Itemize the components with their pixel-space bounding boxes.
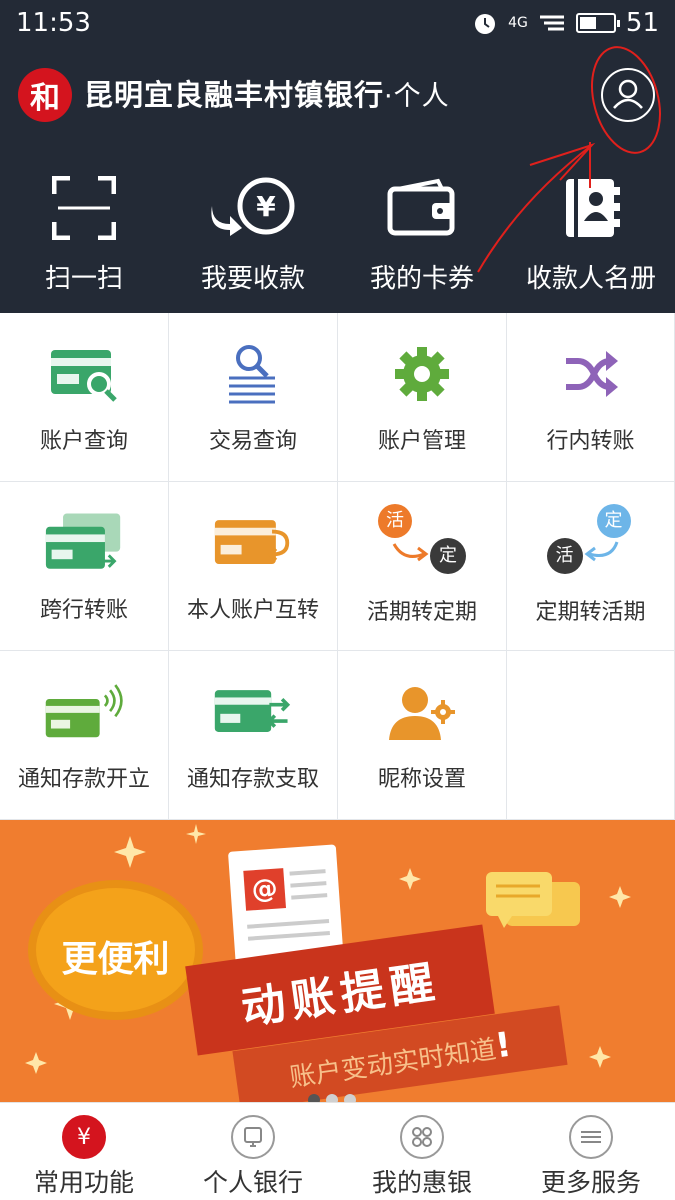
quick-cards[interactable]: 我的卡券 [338,168,506,295]
mode-label: ·个人 [384,81,450,112]
menu-icon [569,1115,613,1159]
grid-label: 行内转账 [546,429,635,454]
badge-huo: 活 [546,538,583,574]
scan-icon [34,168,134,248]
grid-item-notice-deposit-open[interactable]: 通知存款开立 [0,651,169,820]
battery-icon [575,13,620,33]
grid-item-empty [507,651,675,820]
notice-deposit-open-icon [44,677,124,747]
badge-huo: 活 [378,504,412,538]
battery-percent: 51 [625,8,659,38]
alarm-icon [475,14,496,34]
bank-name: 昆明宜良融丰村镇银行 [84,78,385,112]
tab-label: 常用功能 [33,1168,134,1197]
status-right: 4G 51 [472,8,659,38]
carousel-indicator[interactable] [308,1094,356,1102]
yuan-glyph: ¥ [77,1124,91,1150]
bank-title: 昆明宜良融丰村镇银行·个人 [84,72,450,114]
grid-item-nickname-settings[interactable]: 昵称设置 [338,651,507,820]
grid-item-current-to-fixed[interactable]: 活 定 活期转定期 [338,482,507,651]
transaction-query-icon [213,339,293,409]
grid-item-transaction-query[interactable]: 交易查询 [169,313,338,482]
quick-scan-label: 扫一扫 [44,264,123,294]
grid-label: 通知存款开立 [17,767,150,792]
current-to-fixed-icon: 活 定 [372,504,472,584]
shuffle-icon [551,339,631,409]
carousel-dot[interactable] [326,1094,338,1102]
at-sign: @ [243,868,286,911]
quick-payees-label: 收款人名册 [525,264,656,294]
curve-arrow-icon [584,541,618,562]
carousel-dot[interactable] [308,1094,320,1102]
grid-label: 交易查询 [208,429,297,454]
grid-label: 账户管理 [377,429,466,454]
badge-ding: 定 [430,538,466,574]
grid-label: 定期转活期 [535,600,646,625]
tab-personal-banking[interactable]: 个人银行 [169,1115,337,1199]
chat-bubble-icon [486,872,580,928]
nickname-settings-icon [382,677,462,747]
quick-receive[interactable]: ¥ 我要收款 [169,168,337,295]
grid-item-notice-deposit-withdraw[interactable]: 通知存款支取 [169,651,338,820]
quick-scan[interactable]: 扫一扫 [0,168,168,295]
grid-item-account-query[interactable]: 账户查询 [0,313,169,482]
grid-item-intrabank-transfer[interactable]: 行内转账 [507,313,675,482]
bank-logo: 和 [18,68,72,122]
badge-ding: 定 [596,504,631,538]
app-header: 和 昆明宜良融丰村镇银行·个人 扫一扫 ¥ 我要收款 我的卡券 收款人名册 [0,48,675,313]
bottom-tab-bar: ¥ 常用功能 个人银行 我的惠银 更多服务 [0,1102,675,1200]
promo-bubble-text: 更便利 [61,939,170,980]
quick-cards-label: 我的卡券 [369,264,474,294]
grid-item-fixed-to-current[interactable]: 定 活 定期转活期 [507,482,675,651]
grid-label: 活期转定期 [366,600,477,625]
user-icon [613,79,643,109]
tab-more-services[interactable]: 更多服务 [507,1115,675,1199]
promo-bubble: 更便利 [28,880,203,1020]
tab-label: 更多服务 [540,1168,641,1197]
tab-label: 个人银行 [202,1168,303,1197]
payee-book-icon [541,168,641,248]
grid-item-account-management[interactable]: 账户管理 [338,313,507,482]
tab-my-benefits[interactable]: 我的惠银 [338,1115,506,1199]
status-bar: 11:53 4G 51 [0,0,675,48]
profile-button[interactable] [601,68,655,122]
grid-label: 账户查询 [39,429,128,454]
grid-label: 本人账户互转 [186,598,319,623]
gear-icon [382,339,462,409]
grid-label: 通知存款支取 [186,767,319,792]
quick-receive-label: 我要收款 [200,264,305,294]
network-indicator: 4G [508,15,528,31]
yuan-icon: ¥ [62,1115,106,1159]
svg-text:¥: ¥ [256,190,276,223]
grid-label: 昵称设置 [377,767,466,792]
self-transfer-icon [213,508,293,578]
signal-icon [539,15,564,31]
grid-item-interbank-transfer[interactable]: 跨行转账 [0,482,169,651]
fixed-to-current-icon: 定 活 [541,504,641,584]
apps-icon [400,1115,444,1159]
phone-icon [231,1115,275,1159]
tab-common-functions[interactable]: ¥ 常用功能 [0,1115,168,1199]
carousel-dot[interactable] [344,1094,356,1102]
wallet-icon [372,168,472,248]
curve-arrow-icon [392,543,429,562]
tab-label: 我的惠银 [371,1168,472,1197]
grid-label: 跨行转账 [39,598,128,623]
grid-item-self-transfer[interactable]: 本人账户互转 [169,482,338,651]
notice-deposit-withdraw-icon [213,677,293,747]
interbank-transfer-icon [44,508,124,578]
quick-payees[interactable]: 收款人名册 [507,168,675,295]
status-time: 11:53 [16,8,91,38]
receive-money-icon: ¥ [203,168,303,248]
promo-banner[interactable]: @ 更便利 动账提醒 账户变动实时知道! [0,820,675,1102]
account-query-icon [44,339,124,409]
logo-char: 和 [30,81,60,116]
